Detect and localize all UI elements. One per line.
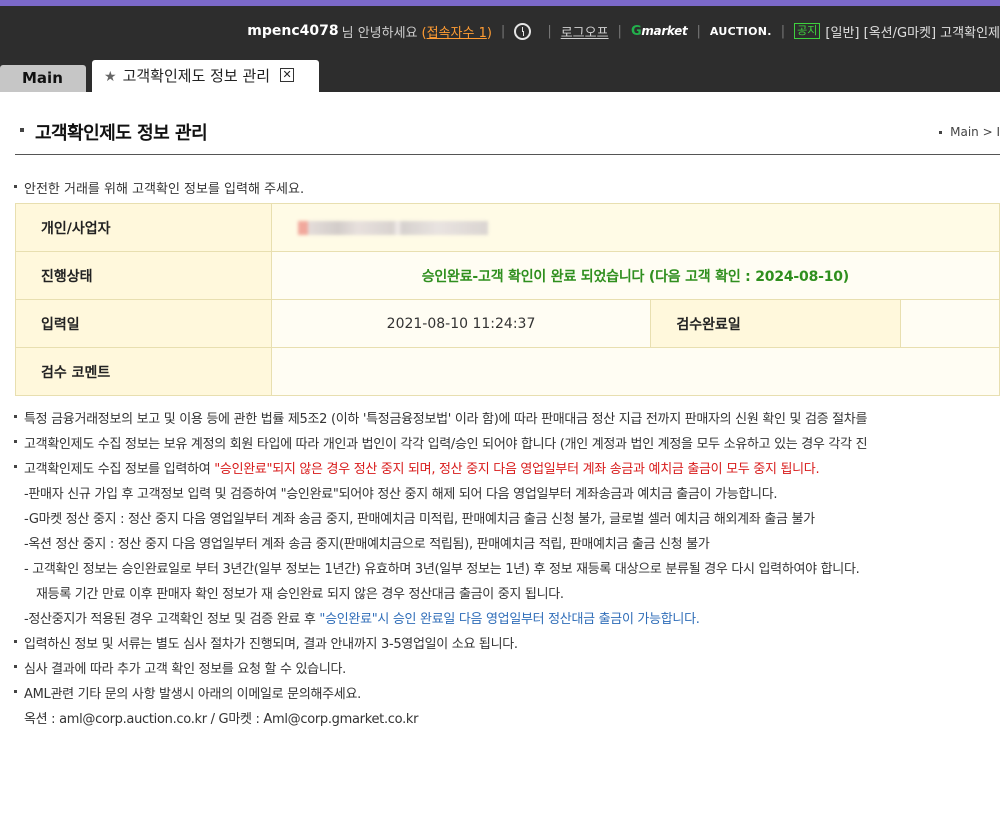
- list-item: 특정 금융거래정보의 보고 및 이용 등에 관한 법률 제5조2 (이하 '특정…: [14, 407, 1000, 432]
- bullet-icon: [939, 131, 943, 134]
- list-item: 심사 결과에 따라 추가 고객 확인 정보를 요청 할 수 있습니다.: [14, 657, 1000, 682]
- star-icon: ★: [104, 69, 117, 85]
- notice-badge: 공지: [794, 23, 821, 39]
- label-input-date: 입력일: [15, 299, 272, 348]
- greeting-text: 님 안녕하세요: [341, 25, 418, 41]
- redacted-value: [297, 220, 488, 235]
- note-text: 특정 금융거래정보의 보고 및 이용 등에 관한 법률 제5조2 (이하 '특정…: [24, 412, 868, 427]
- info-table: 개인/사업자 진행상태 승인완료-고객 확인이 완료 되었습니다 (다음 고객 …: [15, 203, 1000, 396]
- table-row: 진행상태 승인완료-고객 확인이 완료 되었습니다 (다음 고객 확인 : 20…: [15, 251, 1000, 300]
- breadcrumb: Main > I: [939, 125, 1000, 139]
- gmarket-logo-icon: G: [630, 23, 642, 39]
- intro-text: 안전한 거래를 위해 고객확인 정보를 입력해 주세요.: [14, 178, 304, 197]
- label-review-done-date: 검수완료일: [650, 299, 902, 348]
- bullet-icon: [14, 690, 17, 693]
- divider: |: [696, 23, 701, 39]
- note-text: 고객확인제도 수집 정보를 입력하여: [24, 462, 215, 477]
- list-item: - 고객확인 정보는 승인완료일로 부터 3년간(일부 정보는 1년간) 유효하…: [24, 562, 860, 577]
- list-item: -판매자 신규 가입 후 고객정보 입력 및 검증하여 "승인완료"되어야 정산…: [24, 487, 778, 502]
- tab-main[interactable]: Main: [0, 65, 86, 92]
- auction-link[interactable]: AUCTION.: [710, 25, 772, 38]
- connect-count[interactable]: (접속자수 1): [422, 22, 492, 41]
- page-title: 고객확인제도 정보 관리: [35, 123, 208, 144]
- label-review-comment: 검수 코멘트: [15, 347, 272, 396]
- intro-label: 안전한 거래를 위해 고객확인 정보를 입력해 주세요.: [24, 182, 305, 197]
- top-bar: mpenc4078 님 안녕하세요 (접속자수 1) | | 로그오프 | Gm…: [0, 0, 1000, 58]
- note-text: -정산중지가 적용된 경우 고객확인 정보 및 검증 완료 후: [24, 612, 320, 627]
- bullet-icon: [14, 440, 17, 443]
- title-bullet-icon: [20, 128, 24, 132]
- warning-text: "승인완료"되지 않은 경우 정산 중지 되며, 정산 중지 다음 영업일부터 …: [214, 462, 820, 477]
- input-date-value: 2021-08-10 11:24:37: [270, 299, 652, 348]
- note-text: 입력하신 정보 및 서류는 별도 심사 절차가 진행되며, 결과 안내까지 3-…: [24, 637, 518, 652]
- label-person-business: 개인/사업자: [15, 203, 272, 252]
- user-id: mpenc4078: [247, 23, 339, 39]
- table-row: 개인/사업자: [15, 203, 1000, 252]
- bullet-icon: [14, 465, 17, 468]
- list-item: -G마켓 정산 중지 : 정산 중지 다음 영업일부터 계좌 송금 중지, 판매…: [24, 512, 815, 527]
- tab-bar: Main ★ 고객확인제도 정보 관리 ✕: [0, 58, 1000, 92]
- status-value: 승인완료-고객 확인이 완료 되었습니다 (다음 고객 확인 : 2024-08…: [270, 251, 1000, 300]
- list-item: 입력하신 정보 및 서류는 별도 심사 절차가 진행되며, 결과 안내까지 3-…: [14, 632, 1000, 657]
- notice-link[interactable]: [일반] [옥션/G마켓] 고객확인제: [825, 22, 1000, 41]
- note-text: AML관련 기타 문의 사항 발생시 아래의 이메일로 문의해주세요.: [24, 687, 361, 702]
- paren-close: ): [486, 25, 492, 41]
- divider: |: [500, 23, 506, 39]
- highlight-text: "승인완료"시 승인 완료일 다음 영업일부터 정산대금 출금이 가능합니다.: [319, 612, 700, 627]
- review-done-date-value: [900, 299, 1000, 348]
- breadcrumb-text[interactable]: Main > I: [950, 125, 1000, 139]
- gmarket-link[interactable]: Gmarket: [631, 24, 688, 39]
- connect-count-label: 접속자수 1: [426, 25, 487, 41]
- table-row: 입력일 2021-08-10 11:24:37 검수완료일: [15, 299, 1000, 348]
- list-item: -옥션 정산 중지 : 정산 중지 다음 영업일부터 계좌 송금 중지(판매예치…: [24, 537, 710, 552]
- table-row: 검수 코멘트: [15, 347, 1000, 396]
- list-item: 고객확인제도 수집 정보는 보유 계정의 회원 타입에 따라 개인과 법인이 각…: [14, 432, 1000, 457]
- divider: |: [547, 23, 552, 39]
- note-text: 심사 결과에 따라 추가 고객 확인 정보를 요청 할 수 있습니다.: [24, 662, 346, 677]
- list-item: 고객확인제도 수집 정보를 입력하여 "승인완료"되지 않은 경우 정산 중지 …: [14, 457, 1000, 482]
- note-text: 고객확인제도 수집 정보는 보유 계정의 회원 타입에 따라 개인과 법인이 각…: [24, 437, 868, 452]
- bullet-icon: [14, 640, 17, 643]
- person-business-value: [270, 203, 1000, 252]
- close-icon[interactable]: ✕: [280, 67, 295, 82]
- notes-section: 특정 금융거래정보의 보고 및 이용 등에 관한 법률 제5조2 (이하 '특정…: [14, 407, 1000, 732]
- logout-link[interactable]: 로그오프: [561, 22, 609, 41]
- contact-emails[interactable]: 옥션 : aml@corp.auction.co.kr / G마켓 : Aml@…: [14, 707, 1000, 732]
- gmarket-label: market: [641, 23, 688, 38]
- list-item: -정산중지가 적용된 경우 고객확인 정보 및 검증 완료 후 "승인완료"시 …: [14, 607, 1000, 632]
- review-comment-value: [270, 347, 1000, 396]
- tab-customer-verification[interactable]: ★ 고객확인제도 정보 관리 ✕: [92, 60, 319, 92]
- page-header: 고객확인제도 정보 관리 Main > I: [15, 92, 1000, 155]
- list-item: AML관련 기타 문의 사항 발생시 아래의 이메일로 문의해주세요.: [14, 682, 1000, 707]
- list-item: 재등록 기간 만료 이후 판매자 확인 정보가 재 승인완료 되지 않은 경우 …: [36, 587, 564, 602]
- divider: |: [780, 23, 786, 39]
- bullet-icon: [14, 665, 17, 668]
- bullet-icon: [14, 185, 17, 188]
- bullet-icon: [14, 415, 17, 418]
- label-progress-status: 진행상태: [15, 251, 272, 300]
- tab-label: 고객확인제도 정보 관리: [122, 67, 271, 85]
- divider: |: [617, 23, 622, 39]
- user-info-bar: mpenc4078 님 안녕하세요 (접속자수 1) | | 로그오프 | Gm…: [247, 20, 1000, 42]
- clock-icon[interactable]: [514, 22, 532, 40]
